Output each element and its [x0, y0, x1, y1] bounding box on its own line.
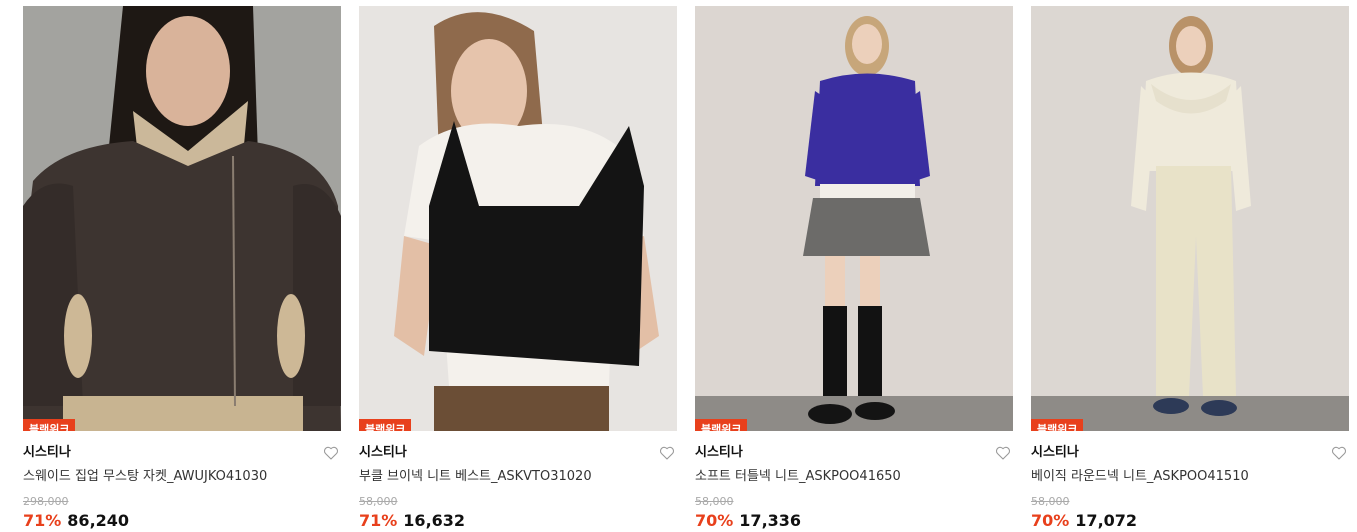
discount-rate: 70%	[1031, 511, 1070, 530]
blackweek-badge: 블랙위크	[23, 419, 76, 431]
discount-rate: 71%	[23, 511, 62, 530]
price-row: 71% 16,632	[359, 511, 677, 531]
brand-name[interactable]: 시스티나	[1031, 445, 1349, 461]
product-name[interactable]: 부클 브이넥 니트 베스트_ASKVTO31020	[359, 469, 677, 485]
product-info: 시스티나 소프트 터틀넥 니트_ASKPOO41650 58,000 70% 17…	[695, 431, 1013, 531]
product-name[interactable]: 스웨이드 집업 무스탕 자켓_AWUJKO41030	[23, 469, 341, 485]
sale-price: 86,240	[67, 511, 130, 530]
product-card[interactable]: 블랙위크 시스티나 베이직 라운드넥 니트_ASKPOO41510 58,000…	[1031, 6, 1349, 531]
heart-icon[interactable]	[1331, 445, 1347, 461]
sale-price: 16,632	[403, 511, 466, 530]
product-image[interactable]: 블랙위크	[23, 6, 341, 431]
heart-icon[interactable]	[995, 445, 1011, 461]
heart-icon[interactable]	[659, 445, 675, 461]
product-card[interactable]: 블랙위크 시스티나 부클 브이넥 니트 베스트_ASKVTO31020 58,0…	[359, 6, 677, 531]
original-price: 298,000	[23, 495, 69, 508]
product-image[interactable]: 블랙위크	[359, 6, 677, 431]
price-row: 71% 86,240	[23, 511, 341, 531]
product-card[interactable]: 블랙위크 시스티나 소프트 터틀넥 니트_ASKPOO41650 58,000 …	[695, 6, 1013, 531]
turtleneck-photo-icon	[695, 6, 1013, 431]
blackweek-badge: 블랙위크	[1031, 419, 1084, 431]
product-info: 시스티나 부클 브이넥 니트 베스트_ASKVTO31020 58,000 71…	[359, 431, 677, 531]
brand-name[interactable]: 시스티나	[359, 445, 677, 461]
heart-icon[interactable]	[323, 445, 339, 461]
discount-rate: 70%	[695, 511, 734, 530]
vest-photo-icon	[359, 6, 677, 431]
product-image[interactable]: 블랙위크	[695, 6, 1013, 431]
blackweek-badge: 블랙위크	[359, 419, 412, 431]
product-grid: 블랙위크 시스티나 스웨이드 집업 무스탕 자켓_AWUJKO41030 298…	[23, 6, 1349, 531]
product-name[interactable]: 베이직 라운드넥 니트_ASKPOO41510	[1031, 469, 1349, 485]
product-info: 시스티나 베이직 라운드넥 니트_ASKPOO41510 58,000 70% 1…	[1031, 431, 1349, 531]
roundneck-photo-icon	[1031, 6, 1349, 431]
brand-name[interactable]: 시스티나	[23, 445, 341, 461]
original-price: 58,000	[695, 495, 734, 508]
brand-name[interactable]: 시스티나	[695, 445, 1013, 461]
original-price: 58,000	[1031, 495, 1070, 508]
product-info: 시스티나 스웨이드 집업 무스탕 자켓_AWUJKO41030 298,000 …	[23, 431, 341, 531]
sale-price: 17,336	[739, 511, 802, 530]
price-row: 70% 17,336	[695, 511, 1013, 531]
sale-price: 17,072	[1075, 511, 1138, 530]
jacket-photo-icon	[23, 6, 341, 431]
product-card[interactable]: 블랙위크 시스티나 스웨이드 집업 무스탕 자켓_AWUJKO41030 298…	[23, 6, 341, 531]
price-row: 70% 17,072	[1031, 511, 1349, 531]
product-image[interactable]: 블랙위크	[1031, 6, 1349, 431]
blackweek-badge: 블랙위크	[695, 419, 748, 431]
original-price: 58,000	[359, 495, 398, 508]
discount-rate: 71%	[359, 511, 398, 530]
product-name[interactable]: 소프트 터틀넥 니트_ASKPOO41650	[695, 469, 1013, 485]
